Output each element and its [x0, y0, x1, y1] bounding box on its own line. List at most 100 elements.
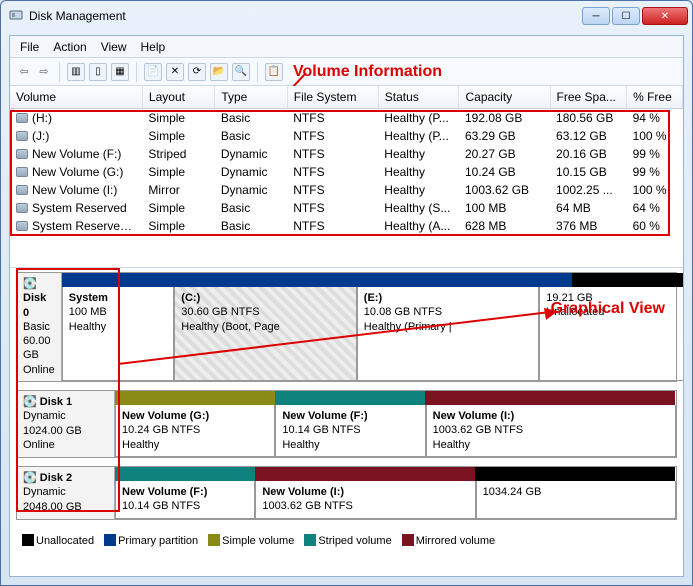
col-layout[interactable]: Layout: [142, 86, 214, 109]
cell-fs: NTFS: [287, 163, 378, 181]
partition[interactable]: System100 MBHealthy: [62, 287, 175, 381]
cell-volume: (J:): [10, 127, 142, 145]
partition-title: System: [69, 291, 168, 305]
disk-info[interactable]: 💽 Disk 2Dynamic2048.00 GB: [17, 467, 115, 519]
separator: [257, 62, 258, 82]
close-button[interactable]: ✕: [642, 7, 688, 25]
disk-size: 1024.00 GB: [23, 425, 82, 437]
tool-properties-icon[interactable]: 📄: [144, 63, 162, 81]
cell-free: 376 MB: [550, 217, 627, 235]
cell-type: Dynamic: [215, 181, 287, 199]
partition-size: 30.60 GB NTFS: [181, 305, 350, 319]
partition-status: Healthy: [69, 320, 168, 334]
title-bar[interactable]: Disk Management ─ ☐ ✕: [1, 1, 692, 31]
disk-partitions: New Volume (F:)10.14 GB NTFSNew Volume (…: [115, 481, 676, 519]
partition[interactable]: 1034.24 GB: [476, 481, 676, 519]
partition-status: Healthy (Primary |: [364, 320, 533, 334]
partition-title: New Volume (I:): [262, 485, 468, 499]
menu-action[interactable]: Action: [53, 40, 86, 54]
tool-search-icon[interactable]: 🔍: [232, 63, 250, 81]
partition[interactable]: 19.21 GBUnallocated: [539, 287, 683, 381]
minimize-button[interactable]: ─: [582, 7, 610, 25]
maximize-button[interactable]: ☐: [612, 7, 640, 25]
partition-size: 1003.62 GB NTFS: [433, 423, 669, 437]
col-capacity[interactable]: Capacity: [459, 86, 550, 109]
disk-state: Online: [23, 364, 55, 376]
tool-panel-icon[interactable]: ▯: [89, 63, 107, 81]
col-type[interactable]: Type: [215, 86, 287, 109]
volume-list-pane: Volume Layout Type File System Status Ca…: [10, 86, 683, 268]
cell-capacity: 20.27 GB: [459, 145, 550, 163]
partition-status: Healthy (Boot, Page: [181, 320, 350, 334]
disk-type: Dynamic: [23, 410, 66, 422]
menu-help[interactable]: Help: [141, 40, 166, 54]
disk-info[interactable]: 💽 Disk 1Dynamic1024.00 GBOnline: [17, 391, 115, 457]
legend-primary: Primary partition: [118, 535, 198, 547]
tool-refresh-icon[interactable]: ⟳: [188, 63, 206, 81]
menu-bar: File Action View Help: [10, 36, 683, 58]
cell-volume: New Volume (F:): [10, 145, 142, 163]
partition[interactable]: New Volume (I:)1003.62 GB NTFSHealthy: [426, 405, 676, 457]
col-free[interactable]: Free Spa...: [550, 86, 627, 109]
partition[interactable]: New Volume (F:)10.14 GB NTFS: [115, 481, 255, 519]
partition[interactable]: (E:)10.08 GB NTFSHealthy (Primary |: [357, 287, 540, 381]
partition-size: 10.08 GB NTFS: [364, 305, 533, 319]
partition-status: Healthy: [282, 438, 418, 452]
menu-view[interactable]: View: [101, 40, 127, 54]
legend-striped: Striped volume: [318, 535, 391, 547]
table-row[interactable]: (H:)SimpleBasicNTFSHealthy (P...192.08 G…: [10, 109, 683, 128]
cell-free: 64 MB: [550, 199, 627, 217]
cell-type: Dynamic: [215, 163, 287, 181]
disk-info[interactable]: 💽 Disk 0Basic60.00 GBOnline: [17, 273, 62, 381]
cell-capacity: 63.29 GB: [459, 127, 550, 145]
table-row[interactable]: New Volume (I:)MirrorDynamicNTFSHealthy1…: [10, 181, 683, 199]
menu-file[interactable]: File: [20, 40, 39, 54]
volume-table-head: Volume Layout Type File System Status Ca…: [10, 86, 683, 109]
disk-name: Disk 1: [40, 396, 72, 408]
partition[interactable]: New Volume (F:)10.14 GB NTFSHealthy: [275, 405, 425, 457]
col-pfree[interactable]: % Free: [627, 86, 683, 109]
table-row[interactable]: System Reserved (...SimpleBasicNTFSHealt…: [10, 217, 683, 235]
tool-actions-icon[interactable]: ▥: [67, 63, 85, 81]
partition-status: Unallocated: [546, 305, 683, 319]
partition[interactable]: New Volume (G:)10.24 GB NTFSHealthy: [115, 405, 275, 457]
col-fs[interactable]: File System: [287, 86, 378, 109]
window-title: Disk Management: [29, 9, 126, 23]
disk-icon: [16, 167, 28, 177]
disk-icon: [16, 149, 28, 159]
table-row[interactable]: New Volume (G:)SimpleDynamicNTFSHealthy1…: [10, 163, 683, 181]
back-button[interactable]: ⇦: [16, 64, 32, 80]
toolbar: ⇦ ⇨ ▥ ▯ ▦ 📄 ✕ ⟳ 📂 🔍 📋 Volume Information: [10, 58, 683, 86]
table-row[interactable]: New Volume (F:)StripedDynamicNTFSHealthy…: [10, 145, 683, 163]
forward-button[interactable]: ⇨: [36, 64, 52, 80]
window-root: Disk Management ─ ☐ ✕ File Action View H…: [0, 0, 693, 586]
partition-status: Healthy: [433, 438, 669, 452]
tool-delete-icon[interactable]: ✕: [166, 63, 184, 81]
col-status[interactable]: Status: [378, 86, 459, 109]
client-area: File Action View Help ⇦ ⇨ ▥ ▯ ▦ 📄 ✕ ⟳ 📂 …: [9, 35, 684, 577]
cell-layout: Simple: [142, 199, 214, 217]
tool-layout-icon[interactable]: ▦: [111, 63, 129, 81]
table-row[interactable]: (J:)SimpleBasicNTFSHealthy (P...63.29 GB…: [10, 127, 683, 145]
legend: Unallocated Primary partition Simple vol…: [16, 528, 677, 551]
partition[interactable]: New Volume (I:)1003.62 GB NTFS: [255, 481, 475, 519]
partition-title: New Volume (I:): [433, 409, 669, 423]
cell-free: 10.15 GB: [550, 163, 627, 181]
legend-swatch-striped: [304, 534, 316, 546]
cell-volume-text: System Reserved: [32, 201, 127, 215]
disk-partitions: New Volume (G:)10.24 GB NTFSHealthyNew V…: [115, 405, 676, 457]
disk-icon: 💽: [23, 472, 37, 484]
disk-size: 60.00 GB: [23, 335, 51, 361]
tool-folder-icon[interactable]: 📂: [210, 63, 228, 81]
table-row[interactable]: System ReservedSimpleBasicNTFSHealthy (S…: [10, 199, 683, 217]
partition-title: New Volume (F:): [122, 485, 248, 499]
partition[interactable]: (C:)30.60 GB NTFSHealthy (Boot, Page: [174, 287, 357, 381]
col-volume[interactable]: Volume: [10, 86, 142, 109]
disk-icon: [16, 131, 28, 141]
cell-pfree: 99 %: [627, 145, 683, 163]
cell-status: Healthy: [378, 163, 459, 181]
separator: [59, 62, 60, 82]
disk-bar: [115, 391, 676, 405]
cell-pfree: 100 %: [627, 181, 683, 199]
tool-help-icon[interactable]: 📋: [265, 63, 283, 81]
